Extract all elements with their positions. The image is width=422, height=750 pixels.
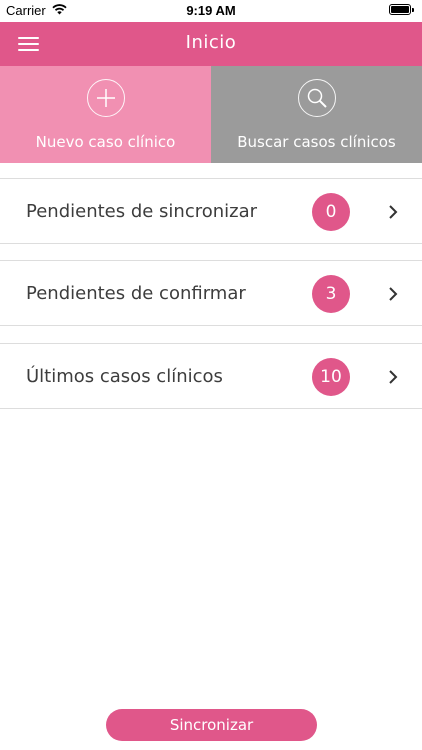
new-case-label: Nuevo caso clínico	[35, 133, 176, 151]
plus-icon	[86, 79, 125, 117]
battery-icon	[389, 4, 414, 15]
nav-bar: Inicio	[0, 22, 422, 66]
list-item-pending-confirm[interactable]: Pendientes de confirmar 3	[0, 260, 422, 326]
search-cases-label: Buscar casos clínicos	[237, 133, 396, 151]
status-time: 9:19 AM	[186, 3, 236, 18]
search-cases-button[interactable]: Buscar casos clínicos	[211, 66, 422, 163]
search-icon	[297, 79, 336, 117]
page-title: Inicio	[185, 32, 237, 53]
sync-button[interactable]: Sincronizar	[106, 709, 317, 741]
new-case-button[interactable]: Nuevo caso clínico	[0, 66, 211, 163]
list-item-latest-cases[interactable]: Últimos casos clínicos 10	[0, 343, 422, 409]
list-item-label: Pendientes de confirmar	[26, 283, 246, 304]
count-badge: 10	[312, 358, 350, 396]
chevron-right-icon	[388, 369, 398, 389]
list-item-label: Últimos casos clínicos	[26, 366, 223, 387]
list-item-label: Pendientes de sincronizar	[26, 201, 258, 222]
chevron-right-icon	[388, 286, 398, 306]
status-bar: Carrier 9:19 AM	[0, 0, 422, 22]
count-badge: 3	[312, 275, 350, 313]
count-badge: 0	[312, 193, 350, 231]
chevron-right-icon	[388, 204, 398, 224]
action-tiles: Nuevo caso clínico Buscar casos clínicos	[0, 66, 422, 163]
list-item-pending-sync[interactable]: Pendientes de sincronizar 0	[0, 178, 422, 244]
